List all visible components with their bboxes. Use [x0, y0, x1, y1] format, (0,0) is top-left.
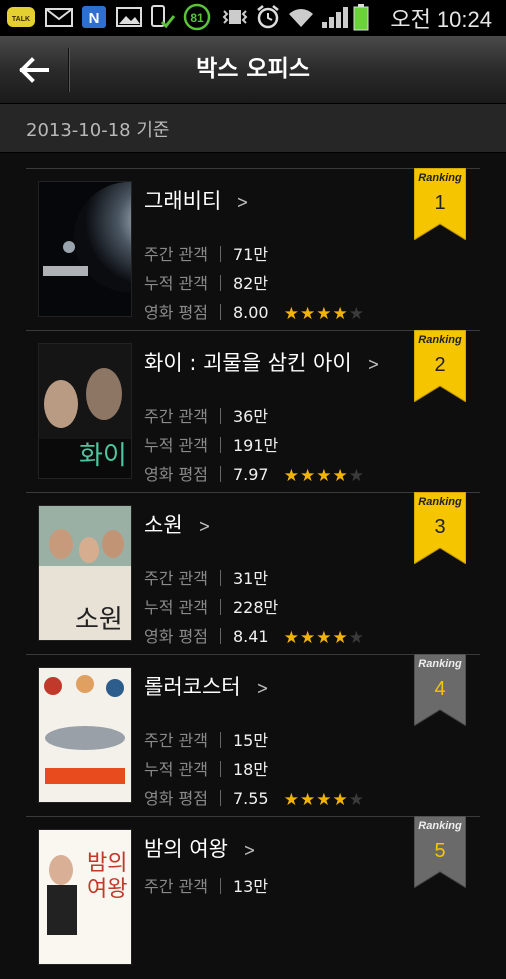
vibrate-icon [220, 5, 250, 29]
star-empty-icon: ★ [348, 790, 364, 810]
chevron-right-icon: > [236, 192, 249, 213]
total-audience: 누적 관객 18만 [144, 760, 269, 779]
star-filled-icon: ★ [283, 790, 299, 810]
star-rating: ★★★★★ [284, 304, 365, 324]
clock: 오전 10:24 [390, 7, 492, 32]
star-empty-icon: ★ [348, 466, 364, 486]
date-label: 2013-10-18 기준 [26, 120, 170, 141]
star-filled-icon: ★ [299, 628, 316, 648]
wifi-icon [286, 5, 316, 29]
movie-row[interactable]: 그래비티 > 주간 관객 71만 누적 관객 82만 영화 평점 8.00 ★★★★★ … [26, 167, 480, 331]
ranking-number: 4 [434, 678, 446, 700]
movie-rating: 영화 평점 8.41 ★★★★★ [144, 627, 365, 648]
weekly-audience: 주간 관객 36만 [144, 407, 269, 426]
movie-row[interactable]: 밤의 여왕 밤의 여왕 > 주간 관객 13만 Ranking 5 [26, 815, 480, 979]
star-empty-icon: ★ [348, 628, 364, 648]
svg-text:밤의: 밤의 [87, 851, 127, 876]
star-filled-icon: ★ [316, 466, 332, 486]
page-title: 박스 오피스 [196, 56, 310, 82]
chevron-right-icon: > [367, 354, 380, 375]
ranking-ribbon: Ranking 2 [413, 329, 467, 403]
star-filled-icon: ★ [316, 790, 332, 810]
total-audience: 누적 관객 228만 [144, 598, 279, 617]
movie-rating: 영화 평점 7.97 ★★★★★ [144, 465, 365, 486]
movie-row[interactable]: 화이 화이 : 괴물을 삼킨 아이 > 주간 관객 36만 누적 관객 191만 영화… [26, 329, 480, 493]
svg-text:N: N [89, 10, 100, 27]
battery-icon [352, 4, 370, 31]
chevron-right-icon: > [198, 516, 211, 537]
chevron-right-icon: > [256, 678, 269, 699]
mail-icon [44, 5, 74, 29]
star-empty-icon: ★ [348, 304, 364, 324]
movie-poster [38, 667, 132, 803]
star-filled-icon: ★ [299, 304, 316, 324]
phone-check-icon [148, 5, 176, 29]
signal-icon [320, 5, 350, 29]
gallery-icon [114, 5, 144, 29]
star-filled-icon: ★ [283, 466, 299, 486]
ranking-label: Ranking [418, 820, 462, 832]
alarm-icon [254, 5, 282, 29]
star-rating: ★★★★★ [284, 628, 365, 648]
movie-title[interactable]: 롤러코스터 > [144, 671, 270, 701]
ranking-number: 1 [434, 192, 446, 214]
svg-text:여왕: 여왕 [87, 877, 127, 902]
movie-rating: 영화 평점 8.00 ★★★★★ [144, 303, 365, 324]
chevron-right-icon: > [243, 840, 256, 861]
app-header: 박스 오피스 [0, 36, 506, 104]
status-bar: TALK N 81 오전 10:24 [0, 0, 506, 36]
star-filled-icon: ★ [316, 628, 332, 648]
star-filled-icon: ★ [332, 628, 348, 648]
svg-text:TALK: TALK [12, 16, 30, 23]
ranking-label: Ranking [418, 172, 462, 184]
movie-title[interactable]: 밤의 여왕 > [144, 833, 257, 863]
movie-row[interactable]: 소원 소원 > 주간 관객 31만 누적 관객 228만 영화 평점 8.41 ★★★★… [26, 491, 480, 655]
movie-title[interactable]: 그래비티 > [144, 185, 250, 215]
star-filled-icon: ★ [283, 304, 299, 324]
svg-text:소원: 소원 [75, 605, 123, 635]
svg-text:화이: 화이 [79, 441, 127, 471]
ranking-number: 2 [434, 354, 446, 376]
total-audience: 누적 관객 191만 [144, 436, 279, 455]
ranking-ribbon: Ranking 3 [413, 491, 467, 565]
star-filled-icon: ★ [283, 628, 299, 648]
star-rating: ★★★★★ [284, 790, 365, 810]
movie-poster: 화이 [38, 343, 132, 479]
talk-icon: TALK [6, 5, 36, 29]
star-filled-icon: ★ [316, 304, 332, 324]
star-filled-icon: ★ [332, 466, 348, 486]
svg-text:81: 81 [190, 11, 204, 25]
ranking-label: Ranking [418, 658, 462, 670]
star-filled-icon: ★ [332, 304, 348, 324]
ranking-number: 3 [434, 516, 446, 538]
ranking-ribbon: Ranking 1 [413, 167, 467, 241]
star-filled-icon: ★ [332, 790, 348, 810]
movie-poster: 밤의 여왕 [38, 829, 132, 965]
weekly-audience: 주간 관객 13만 [144, 877, 269, 896]
movie-row[interactable]: 롤러코스터 > 주간 관객 15만 누적 관객 18만 영화 평점 7.55 ★★★★★… [26, 653, 480, 817]
movie-rating: 영화 평점 7.55 ★★★★★ [144, 789, 365, 810]
movie-poster: 소원 [38, 505, 132, 641]
movie-title[interactable]: 화이 : 괴물을 삼킨 아이 > [144, 347, 381, 377]
ranking-ribbon: Ranking 5 [413, 815, 467, 889]
weekly-audience: 주간 관객 31만 [144, 569, 269, 588]
movie-poster [38, 181, 132, 317]
star-filled-icon: ★ [299, 790, 316, 810]
ranking-label: Ranking [418, 496, 462, 508]
battery-badge-icon: 81 [182, 3, 212, 31]
ranking-label: Ranking [418, 334, 462, 346]
star-filled-icon: ★ [299, 466, 316, 486]
star-rating: ★★★★★ [284, 466, 365, 486]
weekly-audience: 주간 관객 15만 [144, 731, 269, 750]
ranking-number: 5 [434, 840, 446, 862]
ranking-ribbon: Ranking 4 [413, 653, 467, 727]
total-audience: 누적 관객 82만 [144, 274, 269, 293]
date-bar: 2013-10-18 기준 [0, 104, 506, 153]
movie-title[interactable]: 소원 > [144, 509, 212, 539]
n-icon: N [80, 5, 108, 29]
weekly-audience: 주간 관객 71만 [144, 245, 269, 264]
